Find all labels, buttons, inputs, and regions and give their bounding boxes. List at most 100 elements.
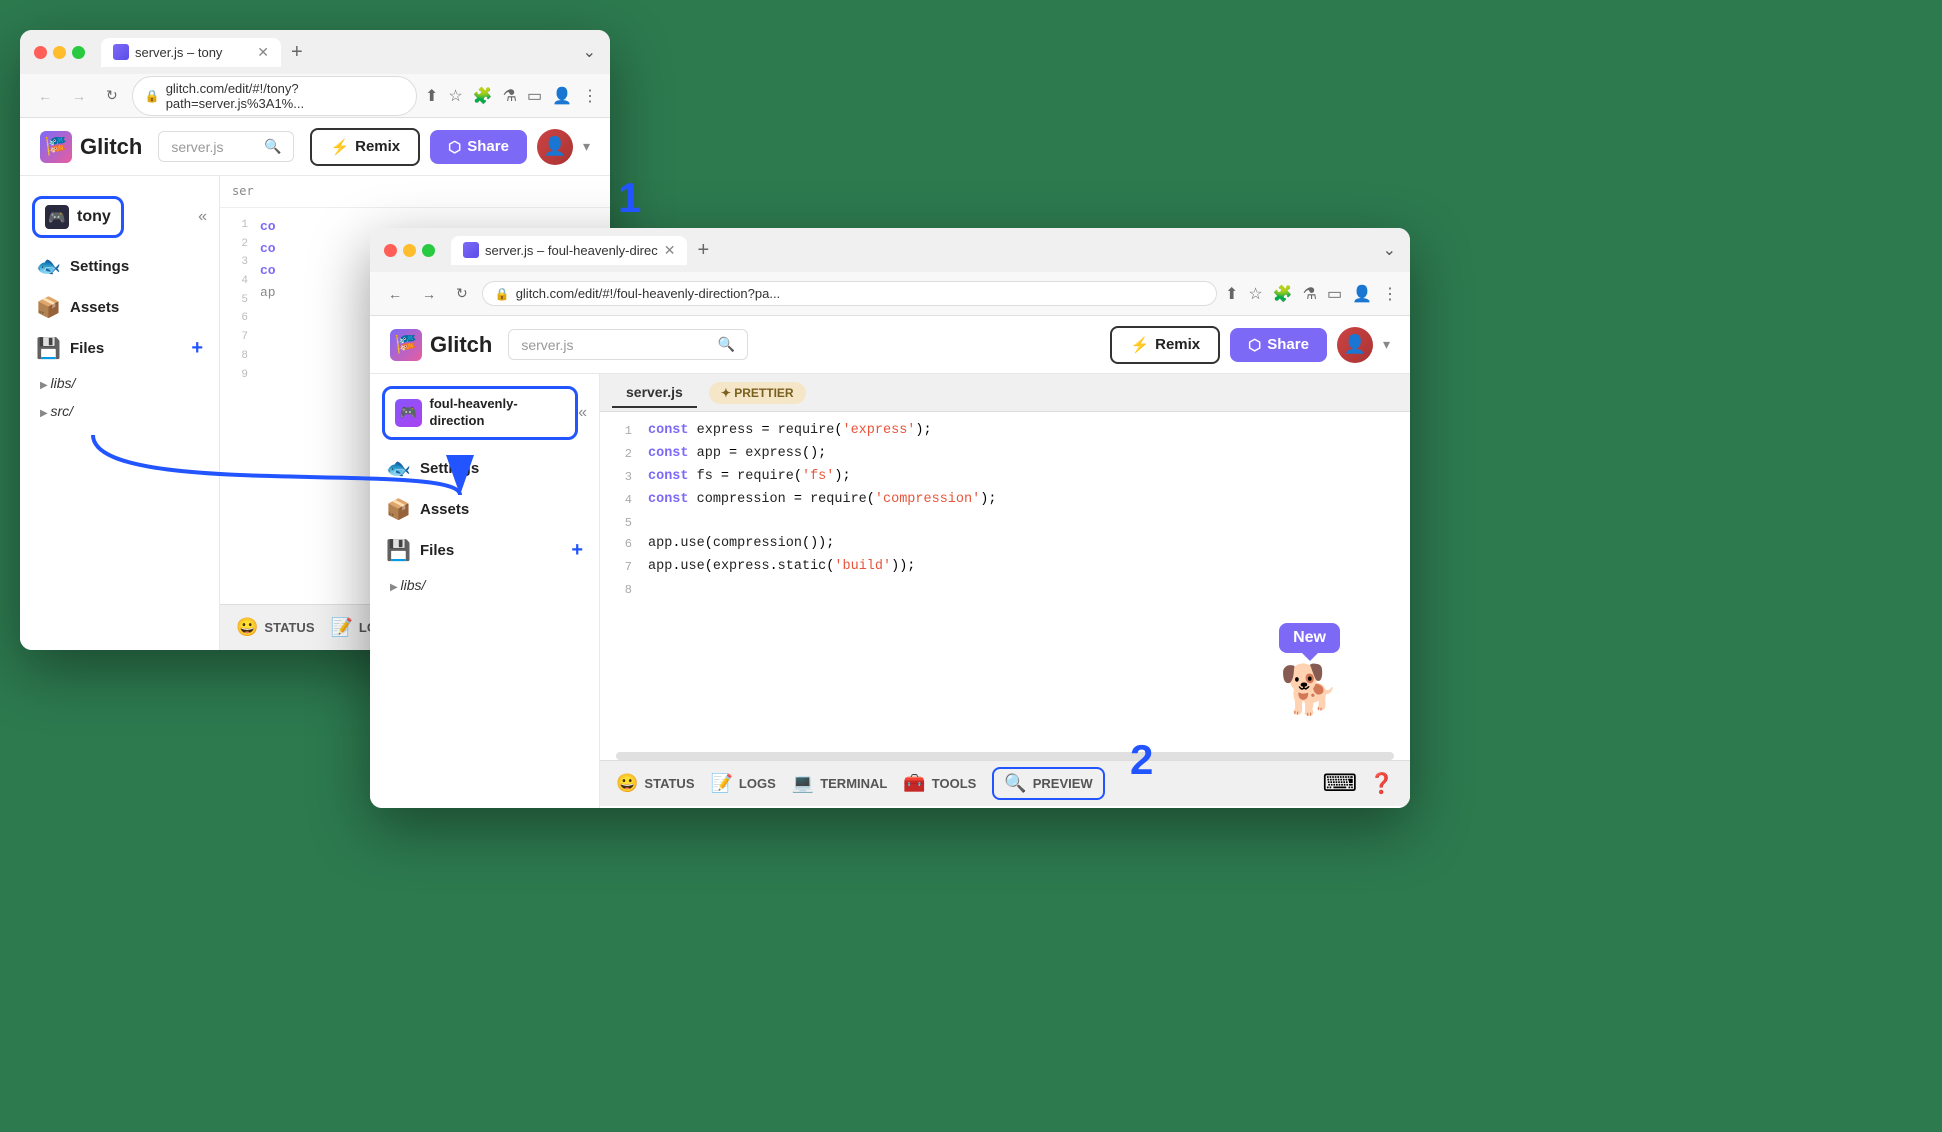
folder-libs-front[interactable]: libs/ <box>370 571 599 599</box>
avatar-back[interactable]: 👤 <box>537 129 573 165</box>
bookmark-icon[interactable]: ☆ <box>448 86 462 106</box>
scrollbar[interactable] <box>616 752 1394 760</box>
address-input-front[interactable]: 🔒 glitch.com/edit/#!/foul-heavenly-direc… <box>482 281 1217 306</box>
tab-close-back[interactable]: ✕ <box>257 44 269 61</box>
tools-button-front[interactable]: 🧰 TOOLS <box>903 773 976 794</box>
menu-icon-front[interactable]: ⋮ <box>1382 284 1398 304</box>
extensions-icon[interactable]: 🧩 <box>473 86 493 106</box>
sidebar-settings-front[interactable]: 🐟 foul-heavenly-direction Settings <box>370 448 599 489</box>
close-button-front[interactable] <box>384 244 397 257</box>
assets-text-front: Assets <box>420 501 469 518</box>
remix-button-back[interactable]: ⚡ Remix <box>310 128 420 166</box>
folder-libs-back[interactable]: libs/ <box>20 369 219 397</box>
forward-button-back[interactable]: → <box>66 86 92 106</box>
sidebar-icon[interactable]: ▭ <box>527 86 542 106</box>
close-button[interactable] <box>34 46 47 59</box>
back-button-back[interactable]: ← <box>32 86 58 106</box>
sidebar-files-front[interactable]: 💾 Files + <box>370 530 599 571</box>
add-file-button-front[interactable]: + <box>571 539 583 562</box>
search-icon-front: 🔍 <box>718 336 735 353</box>
sidebar-settings-back[interactable]: 🐟 Settings <box>20 246 219 287</box>
sidebar-icon-front[interactable]: ▭ <box>1327 284 1342 304</box>
assets-label-back: Assets <box>70 299 119 316</box>
header-right-front: ⚡ Remix ⬡ Share 👤 ▾ <box>1110 326 1390 364</box>
search-text-back: server.js <box>171 139 223 155</box>
new-tab-button-front[interactable]: + <box>691 239 715 262</box>
title-bar-back: server.js – tony ✕ + ⌄ <box>20 30 610 74</box>
share-icon-front: ⬡ <box>1248 336 1261 354</box>
glitch-logo-back: 🎏 Glitch <box>40 131 142 163</box>
sidebar-header-back: 🎮 tony « <box>20 188 219 246</box>
prettier-button[interactable]: ✦ PRETTIER <box>709 382 806 404</box>
avatar-dropdown-back[interactable]: ▾ <box>583 138 590 155</box>
window-dropdown-front[interactable]: ⌄ <box>1383 240 1396 260</box>
project-pill-icon-back: 🎮 <box>45 205 69 229</box>
folder-src-back[interactable]: src/ <box>20 397 219 425</box>
file-tab-serverjs[interactable]: server.js <box>612 378 697 408</box>
remix-button-front[interactable]: ⚡ Remix <box>1110 326 1220 364</box>
flask-icon[interactable]: ⚗ <box>503 86 517 106</box>
preview-button-front[interactable]: 🔍 PREVIEW <box>992 767 1104 800</box>
code-line-6: 6 app.use(compression()); <box>616 533 1394 556</box>
minimize-button-front[interactable] <box>403 244 416 257</box>
forward-button-front[interactable]: → <box>416 284 442 304</box>
back-button-front[interactable]: ← <box>382 284 408 304</box>
search-box-back[interactable]: server.js 🔍 <box>158 131 294 162</box>
new-tab-button-back[interactable]: + <box>285 41 309 64</box>
status-button-front[interactable]: 😀 STATUS <box>616 773 695 794</box>
settings-label-back: Settings <box>70 258 129 275</box>
tab-close-front[interactable]: ✕ <box>664 242 676 259</box>
project-name-back: tony <box>77 208 111 226</box>
refresh-button-front[interactable]: ↻ <box>450 283 474 304</box>
address-input-back[interactable]: 🔒 glitch.com/edit/#!/tony?path=server.js… <box>132 76 417 116</box>
minimize-button[interactable] <box>53 46 66 59</box>
traffic-lights-back <box>34 46 85 59</box>
code-line-4: 4 const compression = require('compressi… <box>616 489 1394 512</box>
maximize-button[interactable] <box>72 46 85 59</box>
tab-back[interactable]: server.js – tony ✕ <box>101 38 281 67</box>
settings-text-front: Settings <box>420 460 479 477</box>
share-button-front[interactable]: ⬡ Share <box>1230 328 1327 362</box>
menu-icon[interactable]: ⋮ <box>582 86 598 106</box>
browser-window-front: server.js – foul-heavenly-direc ✕ + ⌄ ← … <box>370 228 1410 808</box>
settings-icon-front: 🐟 <box>386 456 410 481</box>
terminal-button-front[interactable]: 💻 TERMINAL <box>792 773 888 794</box>
code-line-3: 3 const fs = require('fs'); <box>616 466 1394 489</box>
share-button-back[interactable]: ⬡ Share <box>430 130 527 164</box>
sidebar-assets-front[interactable]: 📦 Assets <box>370 489 599 530</box>
glitch-logo-text-back: Glitch <box>80 134 142 160</box>
share-address-icon[interactable]: ⬆ <box>425 86 438 106</box>
status-button-back[interactable]: 😀 STATUS <box>236 617 315 638</box>
keyboard-icon[interactable]: ⌨ <box>1322 769 1357 798</box>
maximize-button-front[interactable] <box>422 244 435 257</box>
bookmark-icon-front[interactable]: ☆ <box>1248 284 1262 304</box>
app-header-back: 🎏 Glitch server.js 🔍 ⚡ Remix ⬡ Share 👤 ▾ <box>20 118 610 176</box>
project-pill-back[interactable]: 🎮 tony <box>32 196 124 238</box>
extensions-icon-front[interactable]: 🧩 <box>1273 284 1293 304</box>
remix-icon-front: ⚡ <box>1130 336 1149 354</box>
tab-front[interactable]: server.js – foul-heavenly-direc ✕ <box>451 236 687 265</box>
glitch-logo-front: 🎏 Glitch <box>390 329 492 361</box>
sidebar-files-back[interactable]: 💾 Files + <box>20 328 219 369</box>
add-file-button-back[interactable]: + <box>191 337 203 360</box>
collapse-button-back[interactable]: « <box>198 208 207 226</box>
flask-icon-front[interactable]: ⚗ <box>1303 284 1317 304</box>
help-icon[interactable]: ❓ <box>1369 771 1394 796</box>
refresh-button-back[interactable]: ↻ <box>100 85 124 106</box>
preview-icon-front: 🔍 <box>1004 773 1026 794</box>
status-bar-right: ⌨ ❓ <box>1322 769 1394 798</box>
avatar-dropdown-front[interactable]: ▾ <box>1383 336 1390 353</box>
tab-title-front: server.js – foul-heavenly-direc <box>485 243 658 258</box>
share-address-icon-front[interactable]: ⬆ <box>1225 284 1238 304</box>
files-label-back: Files <box>70 340 104 357</box>
logs-button-front[interactable]: 📝 LOGS <box>711 773 776 794</box>
window-dropdown-back[interactable]: ⌄ <box>583 42 596 62</box>
profile-icon[interactable]: 👤 <box>552 86 572 106</box>
tab-area-front: server.js – foul-heavenly-direc ✕ + <box>451 236 1375 265</box>
collapse-button-front[interactable]: « <box>578 404 587 422</box>
project-pill-front[interactable]: 🎮 foul-heavenly-direction <box>382 386 578 440</box>
search-box-front[interactable]: server.js 🔍 <box>508 329 748 360</box>
avatar-front[interactable]: 👤 <box>1337 327 1373 363</box>
sidebar-assets-back[interactable]: 📦 Assets <box>20 287 219 328</box>
profile-icon-front[interactable]: 👤 <box>1352 284 1372 304</box>
